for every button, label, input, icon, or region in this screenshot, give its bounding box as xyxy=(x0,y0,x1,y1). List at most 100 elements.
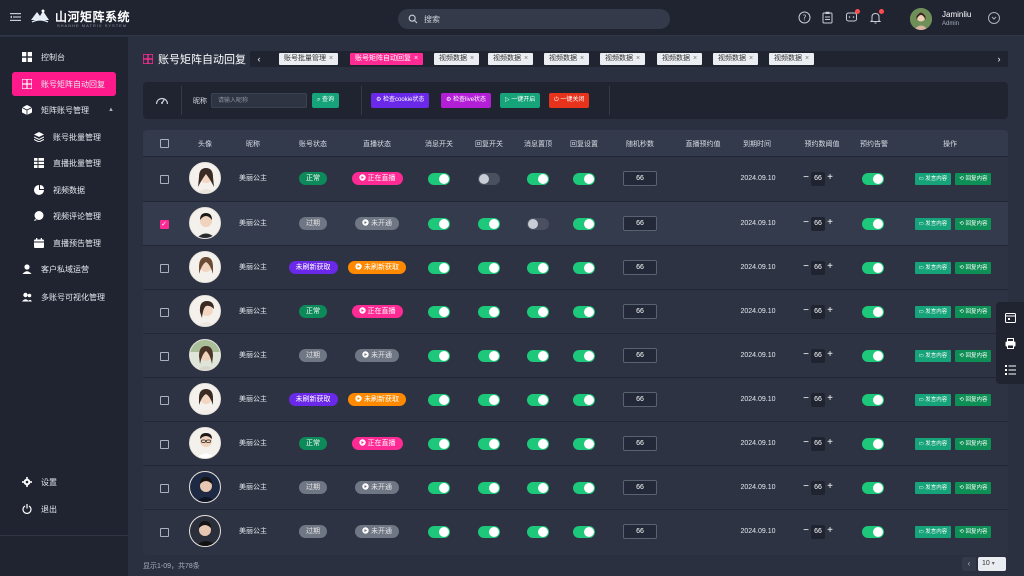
threshold-value[interactable]: 66 xyxy=(811,348,825,363)
tab-item[interactable]: 视频数据 × xyxy=(769,53,815,65)
message-switch[interactable] xyxy=(428,482,450,494)
tab-item[interactable]: 视频数据 × xyxy=(544,53,590,65)
send-content-button[interactable]: ▭ 发言内容 xyxy=(914,394,952,406)
reply-settings-switch[interactable] xyxy=(573,262,595,274)
random-seconds-field[interactable]: 66 xyxy=(623,260,657,275)
alarm-switch[interactable] xyxy=(862,218,884,230)
row-checkbox[interactable] xyxy=(159,263,169,273)
reply-content-button[interactable]: ⟲ 回复内容 xyxy=(955,218,992,230)
reply-settings-switch[interactable] xyxy=(573,526,595,538)
plus-icon[interactable]: + xyxy=(825,437,835,450)
query-button[interactable]: ⌕ 查询 xyxy=(312,93,340,108)
plus-icon[interactable]: + xyxy=(825,481,835,494)
message-switch[interactable] xyxy=(428,526,450,538)
threshold-value[interactable]: 66 xyxy=(811,260,825,275)
minus-icon[interactable]: − xyxy=(801,349,811,362)
pin-message-switch[interactable] xyxy=(527,526,549,538)
close-icon[interactable]: × xyxy=(636,55,640,62)
alarm-switch[interactable] xyxy=(862,173,884,185)
send-content-button[interactable]: ▭ 发言内容 xyxy=(914,218,952,230)
pin-message-switch[interactable] xyxy=(527,438,549,450)
threshold-value[interactable]: 66 xyxy=(811,480,825,495)
sidebar-item-customer-ops[interactable]: 客户私域运营 xyxy=(12,257,116,281)
plus-icon[interactable]: + xyxy=(825,172,835,185)
list-icon[interactable] xyxy=(1005,364,1016,375)
close-icon[interactable]: × xyxy=(805,55,809,62)
random-seconds-field[interactable]: 66 xyxy=(623,348,657,363)
row-checkbox[interactable] xyxy=(159,483,169,493)
threshold-value[interactable]: 66 xyxy=(811,304,825,319)
message-switch[interactable] xyxy=(428,262,450,274)
message-switch[interactable] xyxy=(428,394,450,406)
row-checkbox[interactable] xyxy=(159,351,169,361)
reply-switch[interactable] xyxy=(478,482,500,494)
nick-input[interactable] xyxy=(211,93,307,108)
send-content-button[interactable]: ▭ 发言内容 xyxy=(914,306,952,318)
sidebar-item-live-preview[interactable]: 直播预告管理 xyxy=(12,231,116,255)
threshold-value[interactable]: 66 xyxy=(811,216,825,231)
pin-message-switch[interactable] xyxy=(527,262,549,274)
sidebar-item-logout[interactable]: 退出 xyxy=(12,497,116,521)
reply-content-button[interactable]: ⟲ 回复内容 xyxy=(955,482,992,494)
tab-item[interactable]: 视频数据 × xyxy=(600,53,646,65)
pin-message-switch[interactable] xyxy=(527,218,549,230)
search-input[interactable] xyxy=(424,12,654,26)
reply-switch[interactable] xyxy=(478,262,500,274)
reply-content-button[interactable]: ⟲ 回复内容 xyxy=(955,350,992,362)
message-switch[interactable] xyxy=(428,350,450,362)
plus-icon[interactable]: + xyxy=(825,393,835,406)
message-switch[interactable] xyxy=(428,218,450,230)
close-icon[interactable]: × xyxy=(329,55,333,62)
threshold-value[interactable]: 66 xyxy=(811,392,825,407)
reply-switch[interactable] xyxy=(478,218,500,230)
tab-item[interactable]: 视频数据 × xyxy=(713,53,759,65)
page-prev-icon[interactable]: ‹ xyxy=(962,557,976,571)
row-checkbox[interactable] xyxy=(159,174,169,184)
threshold-value[interactable]: 66 xyxy=(811,171,825,186)
threshold-value[interactable]: 66 xyxy=(811,524,825,539)
send-content-button[interactable]: ▭ 发言内容 xyxy=(914,438,952,450)
reply-settings-switch[interactable] xyxy=(573,482,595,494)
message-switch[interactable] xyxy=(428,438,450,450)
minus-icon[interactable]: − xyxy=(801,525,811,538)
calendar-icon[interactable] xyxy=(1005,312,1016,323)
reply-settings-switch[interactable] xyxy=(573,438,595,450)
threshold-value[interactable]: 66 xyxy=(811,436,825,451)
tab-item[interactable]: 视频数据 × xyxy=(657,53,703,65)
close-icon[interactable]: × xyxy=(414,55,418,62)
disable-all-button[interactable]: ⏻ 一键关闭 xyxy=(549,93,590,108)
minus-icon[interactable]: − xyxy=(801,172,811,185)
pin-message-switch[interactable] xyxy=(527,306,549,318)
send-content-button[interactable]: ▭ 发言内容 xyxy=(914,173,952,185)
pin-message-switch[interactable] xyxy=(527,350,549,362)
reply-switch[interactable] xyxy=(478,350,500,362)
send-content-button[interactable]: ▭ 发言内容 xyxy=(914,350,952,362)
row-checkbox[interactable] xyxy=(159,527,169,537)
clipboard-icon[interactable] xyxy=(821,11,834,24)
minus-icon[interactable]: − xyxy=(801,305,811,318)
reply-switch[interactable] xyxy=(478,306,500,318)
reply-content-button[interactable]: ⟲ 回复内容 xyxy=(955,262,992,274)
sidebar-item-account-batch[interactable]: 账号批量管理 xyxy=(12,125,116,149)
sidebar-item-dashboard[interactable]: 控制台 xyxy=(12,45,116,69)
tab-item[interactable]: 视频数据 × xyxy=(488,53,534,65)
alarm-switch[interactable] xyxy=(862,306,884,318)
tab-item[interactable]: 视频数据 × xyxy=(434,53,480,65)
reply-switch[interactable] xyxy=(478,394,500,406)
close-icon[interactable]: × xyxy=(524,55,528,62)
close-icon[interactable]: × xyxy=(580,55,584,62)
reply-settings-switch[interactable] xyxy=(573,173,595,185)
tab-item[interactable]: 账号批量管理 × xyxy=(279,53,339,65)
plus-icon[interactable]: + xyxy=(825,305,835,318)
pin-message-switch[interactable] xyxy=(527,173,549,185)
alarm-switch[interactable] xyxy=(862,482,884,494)
reply-settings-switch[interactable] xyxy=(573,350,595,362)
send-content-button[interactable]: ▭ 发言内容 xyxy=(914,262,952,274)
help-icon[interactable]: ? xyxy=(798,11,811,24)
check-live-button[interactable]: ⚙ 检查live状态 xyxy=(441,93,492,108)
random-seconds-field[interactable]: 66 xyxy=(623,436,657,451)
reply-content-button[interactable]: ⟲ 回复内容 xyxy=(955,394,992,406)
user-avatar[interactable] xyxy=(910,8,932,30)
menu-toggle-icon[interactable] xyxy=(10,12,21,22)
sidebar-item-multi-account[interactable]: 多账号可视化管理 xyxy=(12,285,116,309)
